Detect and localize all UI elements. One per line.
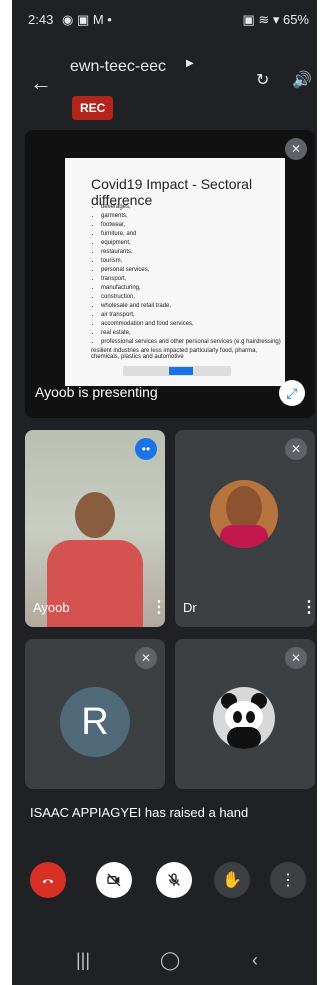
participant-name: Ayoob bbox=[33, 600, 70, 615]
video-off-icon[interactable] bbox=[96, 862, 132, 898]
avatar-clothing bbox=[220, 525, 268, 548]
slide-bullets: beverages, garments, footwear, furniture… bbox=[91, 203, 281, 347]
slide-bullet: manufacturing, bbox=[101, 284, 281, 293]
participant-tile-ayoob[interactable]: •• Ayoob ⋮ bbox=[25, 430, 165, 627]
slide-bullet: real estate, bbox=[101, 329, 281, 338]
participant-tile-dr[interactable]: ✕ Dr ⋮ bbox=[175, 430, 315, 627]
presentation-tile: ✕ Covid19 Impact - Sectoral difference b… bbox=[25, 130, 315, 418]
meeting-header: ← ewn-teec-eec ▶ REC ↻ 🔊 bbox=[12, 40, 317, 130]
camera-switch-icon[interactable]: ↻ bbox=[256, 70, 269, 90]
mic-off-icon: ✕ bbox=[285, 138, 307, 160]
participant-name: Dr bbox=[183, 600, 197, 615]
slide-toolbar-button bbox=[169, 367, 193, 375]
back-icon[interactable]: ‹ bbox=[252, 950, 258, 971]
status-icons: ◉ ▣ M • bbox=[62, 12, 112, 27]
recent-apps-icon[interactable]: ||| bbox=[76, 950, 90, 971]
slide-bullet: furniture, and bbox=[101, 230, 281, 239]
participant-avatar: R bbox=[60, 687, 130, 757]
raised-hand-notification: ISAAC APPIAGYEI has raised a hand bbox=[30, 805, 249, 820]
more-vert-icon[interactable]: ⋮ bbox=[270, 862, 306, 898]
mic-off-icon: ✕ bbox=[135, 647, 157, 669]
avatar-face bbox=[226, 486, 262, 530]
phone-frame: 2:43 ◉ ▣ M • ▣ ≋ ▾ 65% ← ewn-teec-eec ▶ … bbox=[12, 0, 317, 985]
presenting-label: Ayoob is presenting bbox=[35, 384, 158, 400]
mic-off-icon: ✕ bbox=[285, 647, 307, 669]
slide-bullet: professional services and other personal… bbox=[101, 338, 281, 347]
slide-bullet: beverages, bbox=[101, 203, 281, 212]
more-vert-icon[interactable]: ⋮ bbox=[151, 597, 165, 617]
participant-avatar bbox=[213, 687, 275, 749]
slide-bullet: garments, bbox=[101, 212, 281, 221]
panda-body bbox=[227, 727, 261, 749]
shared-slide: Covid19 Impact - Sectoral difference bev… bbox=[65, 158, 285, 386]
mic-off-icon[interactable] bbox=[156, 862, 192, 898]
panda-eye bbox=[246, 711, 255, 723]
slide-bullet: construction, bbox=[101, 293, 281, 302]
status-right: ▣ ≋ ▾ 65% bbox=[242, 12, 309, 27]
participant-avatar bbox=[210, 480, 278, 548]
slide-bullet: personal services, bbox=[101, 266, 281, 275]
back-arrow-icon[interactable]: ← bbox=[30, 70, 52, 96]
slide-bullet: footwear, bbox=[101, 221, 281, 230]
slide-note: resilient industries are less impacted p… bbox=[91, 348, 258, 360]
slide-bullet: restaurants, bbox=[101, 248, 281, 257]
speaker-icon[interactable]: 🔊 bbox=[292, 70, 312, 90]
status-time: 2:43 bbox=[28, 12, 54, 27]
hand-icon[interactable]: ✋ bbox=[214, 862, 250, 898]
slide-bullet: air transport, bbox=[101, 311, 281, 320]
mic-off-icon: ✕ bbox=[285, 438, 307, 460]
participant-tile-r[interactable]: ✕ R bbox=[25, 639, 165, 789]
speaking-indicator-icon: •• bbox=[135, 438, 157, 460]
slide-bullet: transport, bbox=[101, 275, 281, 284]
fullscreen-icon[interactable]: ⤢ bbox=[279, 380, 305, 406]
phone-hangup-icon[interactable] bbox=[30, 862, 66, 898]
meeting-title[interactable]: ewn-teec-eec bbox=[70, 58, 166, 76]
slide-bullet: equipment, bbox=[101, 239, 281, 248]
participant-tile-panda[interactable]: ✕ bbox=[175, 639, 315, 789]
android-navigation-bar: ||| ◯ ‹ bbox=[12, 938, 317, 985]
status-bar: 2:43 ◉ ▣ M • ▣ ≋ ▾ 65% bbox=[12, 0, 317, 40]
home-icon[interactable]: ◯ bbox=[160, 950, 180, 971]
slide-bullet: accommodation and food services, bbox=[101, 320, 281, 329]
rec-badge: REC bbox=[72, 96, 114, 120]
person-head bbox=[75, 492, 115, 538]
panda-eye bbox=[233, 711, 242, 723]
more-vert-icon[interactable]: ⋮ bbox=[301, 597, 315, 617]
slide-bullet: wholesale and retail trade, bbox=[101, 302, 281, 311]
slide-bullet: tourism, bbox=[101, 257, 281, 266]
chevron-right-icon[interactable]: ▶ bbox=[186, 58, 194, 69]
